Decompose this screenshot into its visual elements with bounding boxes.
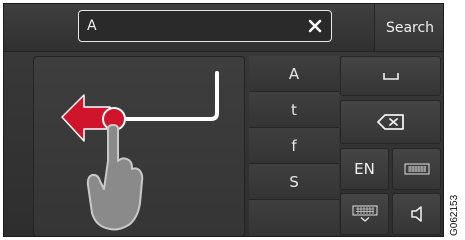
- space-icon: [382, 73, 399, 80]
- back-icon: [410, 206, 422, 222]
- language-key[interactable]: EN: [340, 148, 389, 190]
- keyboard-icon: [404, 163, 429, 175]
- language-label: EN: [354, 160, 375, 178]
- keyboard-toggle-key[interactable]: [392, 148, 441, 190]
- infotainment-screen: A Search A t f S EN: [3, 3, 444, 237]
- suggestion-label: A: [288, 64, 300, 83]
- close-icon: [308, 19, 322, 33]
- hide-keyboard-key[interactable]: [340, 193, 389, 235]
- back-key[interactable]: [392, 193, 441, 235]
- handwriting-pad[interactable]: [33, 56, 245, 236]
- backspace-icon: [376, 114, 404, 130]
- search-input-value: A: [87, 18, 97, 34]
- search-bar: A Search: [4, 4, 443, 52]
- finger-icon: [86, 124, 144, 231]
- suggestion-list: A t f S: [249, 56, 339, 236]
- swipe-trail: [114, 71, 219, 121]
- suggestion-item[interactable]: [249, 200, 339, 236]
- suggestion-label: t: [291, 100, 297, 119]
- suggestion-item[interactable]: A: [249, 56, 339, 92]
- space-key[interactable]: [340, 56, 441, 96]
- hide-keyboard-icon: [352, 205, 377, 222]
- suggestion-label: f: [291, 136, 297, 155]
- figure-frame: A Search A t f S EN G062153: [0, 0, 465, 240]
- search-button[interactable]: Search: [374, 4, 443, 51]
- suggestion-label: S: [289, 172, 299, 191]
- search-input[interactable]: A: [78, 10, 332, 42]
- suggestion-item[interactable]: S: [249, 164, 339, 200]
- suggestion-item[interactable]: t: [249, 92, 339, 128]
- backspace-key[interactable]: [340, 100, 441, 144]
- clear-button[interactable]: [305, 16, 325, 36]
- search-button-label: Search: [385, 19, 435, 36]
- figure-reference-code: G062153: [449, 194, 460, 236]
- suggestion-item[interactable]: f: [249, 128, 339, 164]
